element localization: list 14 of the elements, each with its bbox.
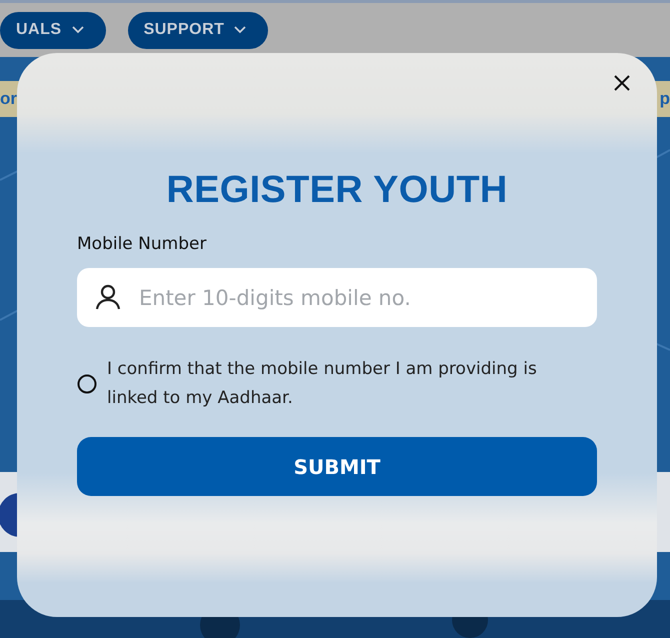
submit-button[interactable]: SUBMIT bbox=[77, 437, 597, 496]
mobile-number-field[interactable]: Enter 10-digits mobile no. bbox=[77, 268, 597, 327]
field-label: Mobile Number bbox=[77, 234, 208, 254]
dialog-title: REGISTER YOUTH bbox=[165, 168, 509, 212]
nav-menu-button[interactable]: UALS bbox=[0, 12, 106, 48]
consent-text: I confirm that the mobile number I am providing is linked to my Aadhaar. bbox=[107, 358, 538, 410]
nav-menu-button[interactable]: SUPPORT bbox=[128, 12, 268, 48]
user-icon bbox=[94, 283, 122, 311]
radio-button[interactable] bbox=[77, 374, 97, 394]
banner-text: or bbox=[0, 89, 17, 109]
close-icon[interactable] bbox=[612, 73, 632, 93]
chevron-down-icon bbox=[72, 26, 84, 34]
banner-text: p bbox=[660, 89, 670, 109]
chevron-down-icon bbox=[234, 26, 246, 34]
